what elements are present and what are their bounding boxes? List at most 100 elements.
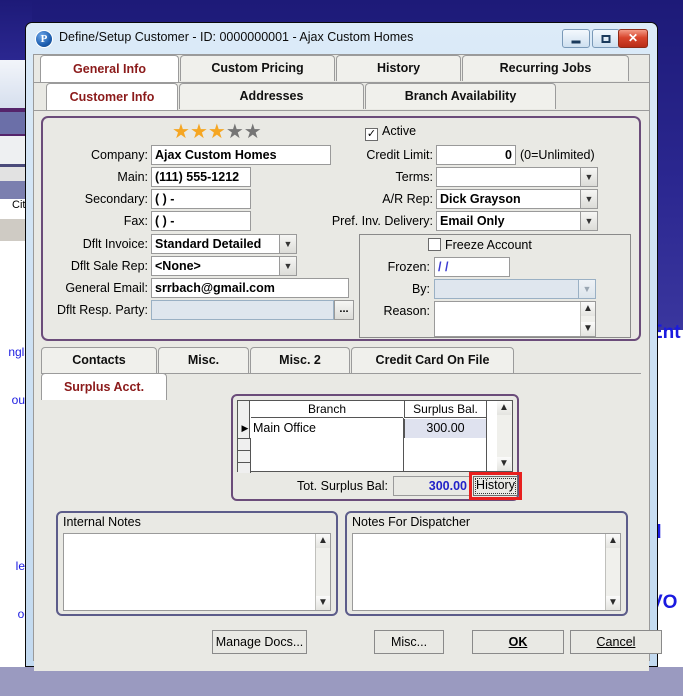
scroll-up-icon[interactable]: ▲ (581, 302, 595, 316)
bottom-tabstrip: Contacts Misc. Misc. 2 Credit Card On Fi… (41, 347, 641, 400)
pref-inv-delivery-value: Email Only (440, 214, 505, 228)
dispatcher-notes-title: Notes For Dispatcher (352, 515, 471, 529)
terms-select[interactable]: ▼ (436, 167, 598, 187)
tab-recurring-jobs[interactable]: Recurring Jobs (462, 55, 629, 81)
dialog-titlebar[interactable]: P Define/Setup Customer - ID: 0000000001… (33, 29, 650, 53)
grid-empty-row-1[interactable] (238, 438, 251, 450)
dialog-title: Define/Setup Customer - ID: 0000000001 -… (59, 30, 414, 44)
pref-inv-delivery-select[interactable]: Email Only ▼ (436, 211, 598, 231)
customer-rating[interactable]: ★★★★★ (172, 121, 262, 141)
active-checkbox[interactable]: ✓ Active (365, 124, 416, 141)
frozen-date-input[interactable]: / / (434, 257, 510, 277)
dflt-resp-party-browse-button[interactable]: ... (334, 300, 354, 320)
credit-limit-input[interactable]: 0 (436, 145, 516, 165)
star-empty-5: ★ (243, 119, 262, 143)
frozen-by-select[interactable]: ▼ (434, 279, 596, 299)
ar-rep-label: A/R Rep: (382, 192, 433, 206)
internal-notes-scrollbar[interactable]: ▲ ▼ (315, 534, 330, 610)
minimize-button[interactable] (562, 29, 590, 48)
scroll-down-icon[interactable]: ▼ (606, 596, 620, 610)
checkbox-checked-icon: ✓ (365, 128, 378, 141)
frozen-by-label: By: (411, 282, 430, 296)
tab-custom-pricing[interactable]: Custom Pricing (180, 55, 335, 81)
app-logo-icon: P (36, 31, 52, 47)
dispatcher-notes-memo[interactable]: ▲ ▼ (352, 533, 621, 611)
pref-inv-delivery-label: Pref. Inv. Delivery: (331, 214, 433, 228)
surplus-grid-container: Branch Surplus Bal. ▶ Main Office 300.00… (231, 394, 522, 501)
tab-misc[interactable]: Misc. (158, 347, 249, 373)
scroll-down-icon[interactable]: ▼ (581, 322, 595, 336)
cancel-button-label: Cancel (596, 635, 636, 649)
fax-input[interactable]: ( ) - (151, 211, 251, 231)
scroll-down-icon[interactable]: ▼ (497, 457, 511, 471)
star-filled-1: ★ (172, 119, 190, 143)
freeze-account-checkbox[interactable]: Freeze Account (428, 238, 532, 252)
desktop-bottom-bar (0, 667, 683, 696)
tab-surplus-acct[interactable]: Surplus Acct. (41, 373, 167, 400)
internal-notes-memo[interactable]: ▲ ▼ (63, 533, 331, 611)
main-phone-input[interactable]: (111) 555-1212 (151, 167, 251, 187)
maximize-icon (601, 34, 611, 43)
secondary-tabstrip: Customer Info Addresses Branch Availabil… (34, 83, 649, 110)
dialog-client-area: General Info Custom Pricing History Recu… (33, 54, 662, 671)
scroll-up-icon[interactable]: ▲ (497, 401, 511, 415)
dflt-invoice-select[interactable]: Standard Detailed ▼ (151, 234, 297, 254)
ar-rep-select[interactable]: Dick Grayson ▼ (436, 189, 598, 209)
manage-docs-button[interactable]: Manage Docs... (212, 630, 307, 654)
maximize-button[interactable] (592, 29, 620, 48)
freeze-account-label: Freeze Account (445, 238, 532, 252)
total-surplus-value: 300.00 (393, 476, 471, 496)
dispatcher-notes-group: Notes For Dispatcher ▲ ▼ (345, 511, 628, 616)
primary-tabpane: Customer Info Addresses Branch Availabil… (34, 82, 649, 110)
tab-customer-info[interactable]: Customer Info (46, 83, 178, 110)
dflt-resp-party-label: Dflt Resp. Party: (57, 303, 148, 317)
history-button-highlight (469, 472, 522, 500)
tab-credit-card-on-file[interactable]: Credit Card On File (351, 347, 514, 373)
chevron-down-icon: ▼ (580, 212, 597, 230)
grid-scrollbar[interactable]: ▲ ▼ (497, 401, 512, 471)
chevron-down-icon: ▼ (279, 235, 296, 253)
grid-empty-row-3[interactable] (238, 462, 251, 473)
customer-info-group: ★★★★★ Company: Main: Secondary: Fax: Dfl… (41, 116, 641, 341)
tab-history[interactable]: History (336, 55, 461, 81)
company-label: Company: (91, 148, 148, 162)
grid-header-branch[interactable]: Branch (251, 401, 403, 418)
freeze-account-group: Freeze Account Frozen: / / By: ▼ Reason:… (359, 234, 631, 338)
grid-cell-branch[interactable]: Main Office (252, 419, 402, 438)
grid-right-divider (486, 401, 487, 471)
scroll-up-icon[interactable]: ▲ (606, 534, 620, 548)
chevron-down-icon: ▼ (578, 280, 595, 298)
chevron-down-icon: ▼ (580, 168, 597, 186)
general-email-input[interactable]: srrbach@gmail.com (151, 278, 349, 298)
tab-branch-availability[interactable]: Branch Availability (365, 83, 556, 109)
grid-row-indicator: ▶ (241, 423, 249, 433)
tab-contacts[interactable]: Contacts (41, 347, 157, 373)
misc-button[interactable]: Misc... (374, 630, 444, 654)
frozen-label: Frozen: (387, 260, 430, 274)
grid-cell-surplus-bal[interactable]: 300.00 (404, 419, 486, 438)
close-button[interactable]: ✕ (618, 29, 648, 48)
scroll-down-icon[interactable]: ▼ (316, 596, 330, 610)
main-label: Main: (117, 170, 148, 184)
frozen-reason-label: Reason: (383, 304, 430, 318)
ok-button[interactable]: OK (472, 630, 564, 654)
credit-limit-hint: (0=Unlimited) (520, 148, 595, 162)
fax-label: Fax: (123, 214, 148, 228)
tab-addresses[interactable]: Addresses (179, 83, 364, 109)
frozen-reason-scrollbar[interactable]: ▲ ▼ (580, 302, 595, 336)
tab-general-info[interactable]: General Info (40, 55, 179, 82)
dflt-resp-party-input[interactable] (151, 300, 334, 320)
minimize-icon (571, 40, 581, 43)
grid-header-surplus-bal[interactable]: Surplus Bal. (404, 401, 486, 418)
surplus-grid[interactable]: Branch Surplus Bal. ▶ Main Office 300.00… (237, 400, 513, 473)
tab-misc-2[interactable]: Misc. 2 (250, 347, 350, 373)
secondary-phone-input[interactable]: ( ) - (151, 189, 251, 209)
terms-label: Terms: (395, 170, 434, 184)
grid-empty-row-2[interactable] (238, 450, 251, 462)
dflt-sale-rep-select[interactable]: <None> ▼ (151, 256, 297, 276)
frozen-reason-memo[interactable]: ▲ ▼ (434, 301, 596, 337)
scroll-up-icon[interactable]: ▲ (316, 534, 330, 548)
dflt-sale-rep-label: Dflt Sale Rep: (70, 259, 148, 273)
dispatcher-notes-scrollbar[interactable]: ▲ ▼ (605, 534, 620, 610)
cancel-button[interactable]: Cancel (570, 630, 662, 654)
